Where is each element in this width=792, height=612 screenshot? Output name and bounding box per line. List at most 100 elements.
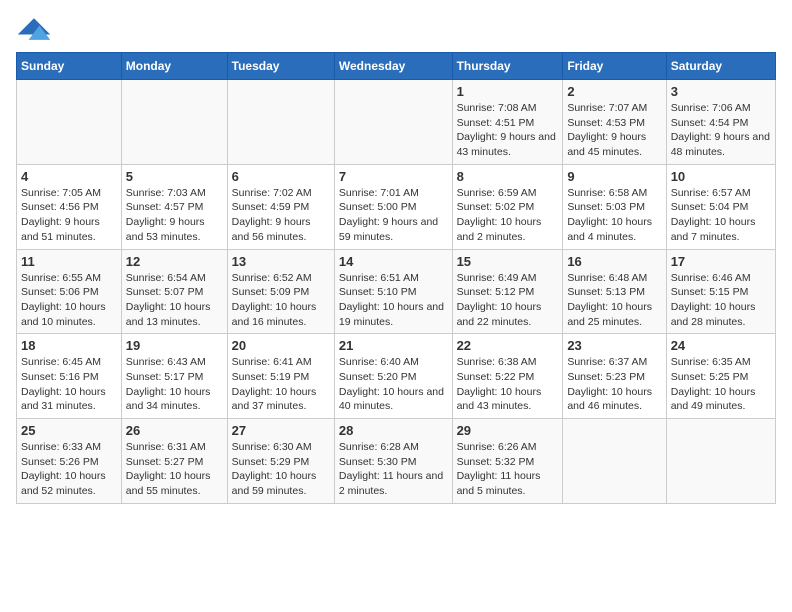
calendar-cell: 12 Sunrise: 6:54 AM Sunset: 5:07 PM Dayli…: [121, 249, 227, 334]
calendar-header-row: SundayMondayTuesdayWednesdayThursdayFrid…: [17, 53, 776, 80]
day-number: 2: [567, 84, 661, 99]
day-info: Sunrise: 7:05 AM Sunset: 4:56 PM Dayligh…: [21, 186, 117, 245]
day-number: 15: [457, 254, 559, 269]
day-number: 13: [232, 254, 330, 269]
day-info: Sunrise: 6:28 AM Sunset: 5:30 PM Dayligh…: [339, 440, 448, 499]
day-info: Sunrise: 6:58 AM Sunset: 5:03 PM Dayligh…: [567, 186, 661, 245]
day-info: Sunrise: 6:51 AM Sunset: 5:10 PM Dayligh…: [339, 271, 448, 330]
calendar-cell: 23 Sunrise: 6:37 AM Sunset: 5:23 PM Dayli…: [563, 334, 666, 419]
day-number: 28: [339, 423, 448, 438]
day-number: 20: [232, 338, 330, 353]
day-info: Sunrise: 6:49 AM Sunset: 5:12 PM Dayligh…: [457, 271, 559, 330]
column-header-sunday: Sunday: [17, 53, 122, 80]
calendar-cell: 15 Sunrise: 6:49 AM Sunset: 5:12 PM Dayli…: [452, 249, 563, 334]
day-number: 29: [457, 423, 559, 438]
column-header-tuesday: Tuesday: [227, 53, 334, 80]
calendar-cell: 4 Sunrise: 7:05 AM Sunset: 4:56 PM Daylig…: [17, 164, 122, 249]
day-info: Sunrise: 6:52 AM Sunset: 5:09 PM Dayligh…: [232, 271, 330, 330]
day-info: Sunrise: 7:01 AM Sunset: 5:00 PM Dayligh…: [339, 186, 448, 245]
calendar-week-row: 4 Sunrise: 7:05 AM Sunset: 4:56 PM Daylig…: [17, 164, 776, 249]
day-number: 11: [21, 254, 117, 269]
calendar-cell: [121, 80, 227, 165]
day-number: 8: [457, 169, 559, 184]
calendar-cell: 16 Sunrise: 6:48 AM Sunset: 5:13 PM Dayli…: [563, 249, 666, 334]
calendar-cell: [334, 80, 452, 165]
calendar-cell: [666, 419, 775, 504]
day-info: Sunrise: 6:54 AM Sunset: 5:07 PM Dayligh…: [126, 271, 223, 330]
day-info: Sunrise: 6:31 AM Sunset: 5:27 PM Dayligh…: [126, 440, 223, 499]
day-info: Sunrise: 6:45 AM Sunset: 5:16 PM Dayligh…: [21, 355, 117, 414]
calendar-table: SundayMondayTuesdayWednesdayThursdayFrid…: [16, 52, 776, 504]
day-number: 22: [457, 338, 559, 353]
day-number: 24: [671, 338, 771, 353]
day-number: 4: [21, 169, 117, 184]
day-number: 17: [671, 254, 771, 269]
column-header-saturday: Saturday: [666, 53, 775, 80]
day-number: 16: [567, 254, 661, 269]
calendar-cell: 19Sunrise: 6:43 AM Sunset: 5:17 PM Dayli…: [121, 334, 227, 419]
calendar-cell: 28 Sunrise: 6:28 AM Sunset: 5:30 PM Dayli…: [334, 419, 452, 504]
calendar-cell: 1Sunrise: 7:08 AM Sunset: 4:51 PM Daylig…: [452, 80, 563, 165]
calendar-week-row: 25 Sunrise: 6:33 AM Sunset: 5:26 PM Dayli…: [17, 419, 776, 504]
day-number: 21: [339, 338, 448, 353]
calendar-week-row: 11 Sunrise: 6:55 AM Sunset: 5:06 PM Dayli…: [17, 249, 776, 334]
calendar-cell: 14 Sunrise: 6:51 AM Sunset: 5:10 PM Dayli…: [334, 249, 452, 334]
calendar-cell: 10 Sunrise: 6:57 AM Sunset: 5:04 PM Dayli…: [666, 164, 775, 249]
logo: [16, 16, 52, 44]
day-number: 3: [671, 84, 771, 99]
calendar-cell: 20 Sunrise: 6:41 AM Sunset: 5:19 PM Dayli…: [227, 334, 334, 419]
calendar-cell: [17, 80, 122, 165]
calendar-cell: 6 Sunrise: 7:02 AM Sunset: 4:59 PM Daylig…: [227, 164, 334, 249]
day-info: Sunrise: 6:43 AM Sunset: 5:17 PM Dayligh…: [126, 355, 223, 414]
day-number: 14: [339, 254, 448, 269]
day-number: 7: [339, 169, 448, 184]
column-header-friday: Friday: [563, 53, 666, 80]
calendar-cell: 5Sunrise: 7:03 AM Sunset: 4:57 PM Daylig…: [121, 164, 227, 249]
calendar-cell: [227, 80, 334, 165]
calendar-cell: 17 Sunrise: 6:46 AM Sunset: 5:15 PM Dayli…: [666, 249, 775, 334]
day-info: Sunrise: 6:40 AM Sunset: 5:20 PM Dayligh…: [339, 355, 448, 414]
day-info: Sunrise: 6:30 AM Sunset: 5:29 PM Dayligh…: [232, 440, 330, 499]
day-number: 9: [567, 169, 661, 184]
day-info: Sunrise: 6:59 AM Sunset: 5:02 PM Dayligh…: [457, 186, 559, 245]
calendar-cell: 26 Sunrise: 6:31 AM Sunset: 5:27 PM Dayli…: [121, 419, 227, 504]
day-info: Sunrise: 6:35 AM Sunset: 5:25 PM Dayligh…: [671, 355, 771, 414]
calendar-cell: 2Sunrise: 7:07 AM Sunset: 4:53 PM Daylig…: [563, 80, 666, 165]
day-info: Sunrise: 6:38 AM Sunset: 5:22 PM Dayligh…: [457, 355, 559, 414]
day-number: 18: [21, 338, 117, 353]
calendar-cell: 18 Sunrise: 6:45 AM Sunset: 5:16 PM Dayli…: [17, 334, 122, 419]
column-header-monday: Monday: [121, 53, 227, 80]
day-number: 5: [126, 169, 223, 184]
day-number: 6: [232, 169, 330, 184]
day-info: Sunrise: 6:26 AM Sunset: 5:32 PM Dayligh…: [457, 440, 559, 499]
column-header-thursday: Thursday: [452, 53, 563, 80]
day-info: Sunrise: 7:06 AM Sunset: 4:54 PM Dayligh…: [671, 101, 771, 160]
day-info: Sunrise: 7:02 AM Sunset: 4:59 PM Dayligh…: [232, 186, 330, 245]
day-info: Sunrise: 6:55 AM Sunset: 5:06 PM Dayligh…: [21, 271, 117, 330]
day-number: 26: [126, 423, 223, 438]
calendar-cell: 25 Sunrise: 6:33 AM Sunset: 5:26 PM Dayli…: [17, 419, 122, 504]
calendar-cell: 27Sunrise: 6:30 AM Sunset: 5:29 PM Dayli…: [227, 419, 334, 504]
header: [16, 16, 776, 44]
logo-icon: [16, 16, 52, 44]
column-header-wednesday: Wednesday: [334, 53, 452, 80]
day-info: Sunrise: 6:57 AM Sunset: 5:04 PM Dayligh…: [671, 186, 771, 245]
day-info: Sunrise: 6:33 AM Sunset: 5:26 PM Dayligh…: [21, 440, 117, 499]
calendar-cell: 8 Sunrise: 6:59 AM Sunset: 5:02 PM Daylig…: [452, 164, 563, 249]
calendar-cell: 13 Sunrise: 6:52 AM Sunset: 5:09 PM Dayli…: [227, 249, 334, 334]
calendar-cell: 21 Sunrise: 6:40 AM Sunset: 5:20 PM Dayli…: [334, 334, 452, 419]
day-info: Sunrise: 7:08 AM Sunset: 4:51 PM Dayligh…: [457, 101, 559, 160]
calendar-cell: 22 Sunrise: 6:38 AM Sunset: 5:22 PM Dayli…: [452, 334, 563, 419]
calendar-cell: [563, 419, 666, 504]
day-info: Sunrise: 6:46 AM Sunset: 5:15 PM Dayligh…: [671, 271, 771, 330]
calendar-cell: 11 Sunrise: 6:55 AM Sunset: 5:06 PM Dayli…: [17, 249, 122, 334]
calendar-week-row: 1Sunrise: 7:08 AM Sunset: 4:51 PM Daylig…: [17, 80, 776, 165]
day-info: Sunrise: 6:48 AM Sunset: 5:13 PM Dayligh…: [567, 271, 661, 330]
calendar-cell: 7 Sunrise: 7:01 AM Sunset: 5:00 PM Daylig…: [334, 164, 452, 249]
day-number: 10: [671, 169, 771, 184]
day-number: 23: [567, 338, 661, 353]
day-number: 12: [126, 254, 223, 269]
day-number: 25: [21, 423, 117, 438]
day-info: Sunrise: 6:37 AM Sunset: 5:23 PM Dayligh…: [567, 355, 661, 414]
day-info: Sunrise: 6:41 AM Sunset: 5:19 PM Dayligh…: [232, 355, 330, 414]
